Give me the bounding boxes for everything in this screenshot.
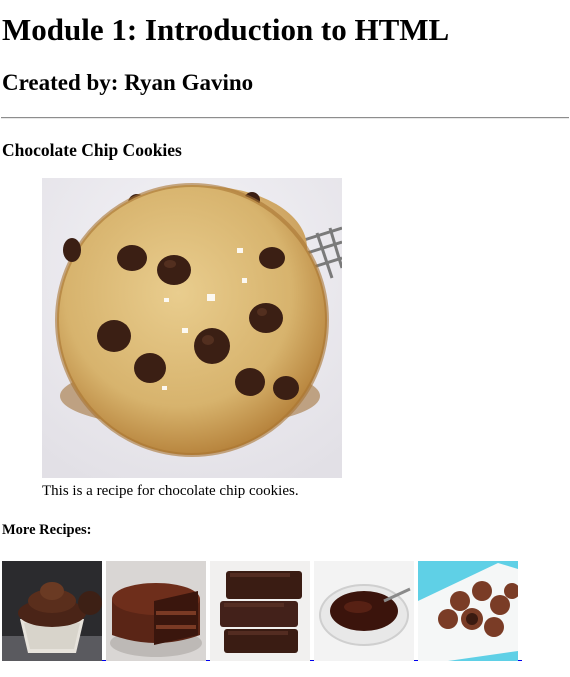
recipe-link-chocolate-sauce[interactable]: [314, 561, 418, 661]
page-title: Module 1: Introduction to HTML: [2, 12, 450, 47]
cookie-image: [42, 178, 342, 478]
chocolate-sauce-image: [314, 561, 414, 661]
recipe-figure: This is a recipe for chocolate chip cook…: [42, 178, 342, 499]
brownies-image: [210, 561, 310, 661]
recipe-link-truffles[interactable]: [418, 561, 522, 661]
divider: [1, 117, 569, 119]
author-line: Created by: Ryan Gavino: [2, 70, 254, 95]
recipe-link-chocolate-cake[interactable]: [106, 561, 210, 661]
cupcake-image: [2, 561, 102, 661]
recipe-link-cupcakes[interactable]: [2, 561, 106, 661]
recipe-link-brownies[interactable]: [210, 561, 314, 661]
recipe-title: Chocolate Chip Cookies: [2, 140, 182, 160]
truffles-image: [418, 561, 518, 661]
recipe-caption: This is a recipe for chocolate chip cook…: [42, 483, 299, 499]
chocolate-cake-image: [106, 561, 206, 661]
more-recipes-heading: More Recipes:: [2, 522, 92, 538]
